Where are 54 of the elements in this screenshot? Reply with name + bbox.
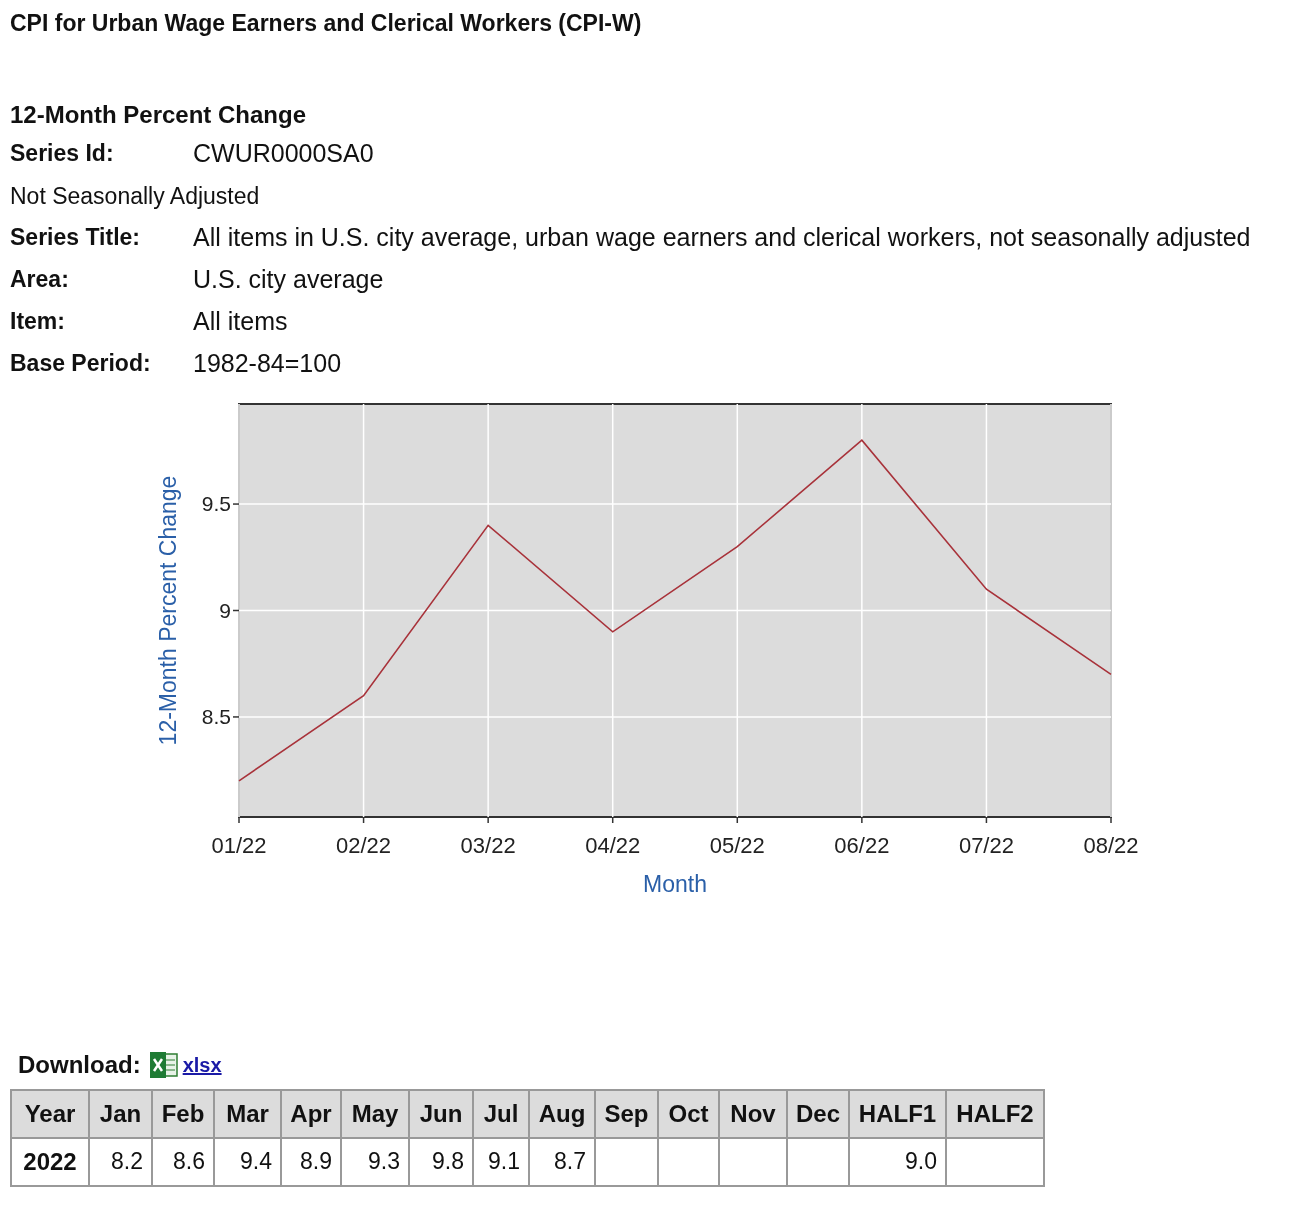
x-tick-label: 06/22: [834, 832, 890, 858]
detail-label: Area:: [10, 265, 70, 295]
xlsx-link[interactable]: xlsx: [182, 1049, 222, 1080]
table-cell: 9.4: [214, 1137, 281, 1186]
section-heading: 12-Month Percent Change: [10, 99, 308, 130]
x-tick-label: 02/22: [336, 832, 392, 858]
spreadsheet-icon: [148, 1050, 179, 1079]
detail-label: Series Id:: [10, 139, 115, 169]
detail-label: Base Period:: [10, 349, 152, 379]
table-cell: 9.1: [473, 1137, 529, 1186]
table-cell: 8.7: [529, 1137, 595, 1186]
download-label: Download:: [18, 1049, 141, 1080]
detail-value: All items in U.S. city average, urban wage earners and clerical workers, not seasonally adjusted: [193, 221, 1251, 253]
x-tick-label: 05/22: [709, 832, 765, 858]
detail-note: Not Seasonally Adjusted: [10, 181, 261, 211]
column-header: HALF2: [946, 1089, 1044, 1138]
x-tick-label: 04/22: [585, 832, 641, 858]
page-title: CPI for Urban Wage Earners and Clerical Workers (CPI-W): [10, 9, 643, 38]
column-header: Year: [11, 1089, 89, 1138]
detail-label: Series Title:: [10, 223, 141, 253]
table-cell: 9.8: [409, 1137, 473, 1186]
x-tick-label: 07/22: [958, 832, 1014, 858]
detail-value: CWUR0000SA0: [193, 137, 374, 169]
y-axis-title: 12-Month Percent Change: [155, 475, 181, 745]
column-header: Sep: [595, 1089, 658, 1138]
x-tick-label: 01/22: [211, 832, 267, 858]
column-header: Jun: [409, 1089, 473, 1138]
detail-value: 1982-84=100: [193, 347, 342, 379]
column-header: Aug: [529, 1089, 595, 1138]
table-cell: 9.0: [849, 1137, 946, 1186]
table-cell: 8.2: [89, 1137, 152, 1186]
column-header: Nov: [719, 1089, 787, 1138]
column-header: Oct: [658, 1089, 719, 1138]
table-cell: 8.6: [152, 1137, 214, 1186]
column-header: Jul: [473, 1089, 529, 1138]
column-header: HALF1: [849, 1089, 946, 1138]
column-header: Apr: [281, 1089, 341, 1138]
x-tick-label: 03/22: [460, 832, 516, 858]
column-header: Dec: [787, 1089, 849, 1138]
table-cell: 9.3: [341, 1137, 409, 1186]
column-header: May: [341, 1089, 409, 1138]
y-tick-label: 8.5: [201, 704, 231, 728]
detail-value: U.S. city average: [193, 263, 384, 295]
x-axis-title: Month: [643, 870, 707, 897]
column-header: Mar: [214, 1089, 281, 1138]
table-cell: 8.9: [281, 1137, 341, 1186]
y-tick-label: 9: [219, 598, 231, 621]
column-header: Feb: [152, 1089, 214, 1138]
column-header: Jan: [89, 1089, 152, 1138]
detail-value: All items: [193, 305, 288, 337]
y-tick-label: 9.5: [201, 491, 231, 515]
x-tick-label: 08/22: [1083, 832, 1139, 858]
year-cell: 2022: [11, 1137, 89, 1186]
detail-label: Item:: [10, 307, 66, 337]
